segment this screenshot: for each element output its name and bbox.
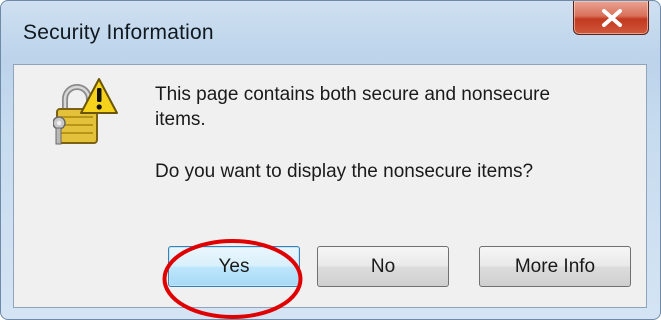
dialog-body: This page contains both secure and nonse… bbox=[13, 64, 647, 308]
message-text: This page contains both secure and nonse… bbox=[155, 84, 551, 130]
close-button[interactable] bbox=[573, 1, 649, 35]
security-information-dialog: Security Information This page contains … bbox=[0, 0, 661, 320]
close-icon bbox=[602, 9, 622, 27]
no-button[interactable]: No bbox=[317, 246, 449, 287]
security-warning-lock-icon bbox=[53, 78, 118, 145]
yes-button[interactable]: Yes bbox=[168, 246, 300, 287]
more-info-button[interactable]: More Info bbox=[479, 246, 631, 287]
question-text: Do you want to display the nonsecure ite… bbox=[155, 161, 534, 182]
dialog-title: Security Information bbox=[23, 21, 214, 44]
title-bar[interactable]: Security Information bbox=[1, 1, 660, 63]
